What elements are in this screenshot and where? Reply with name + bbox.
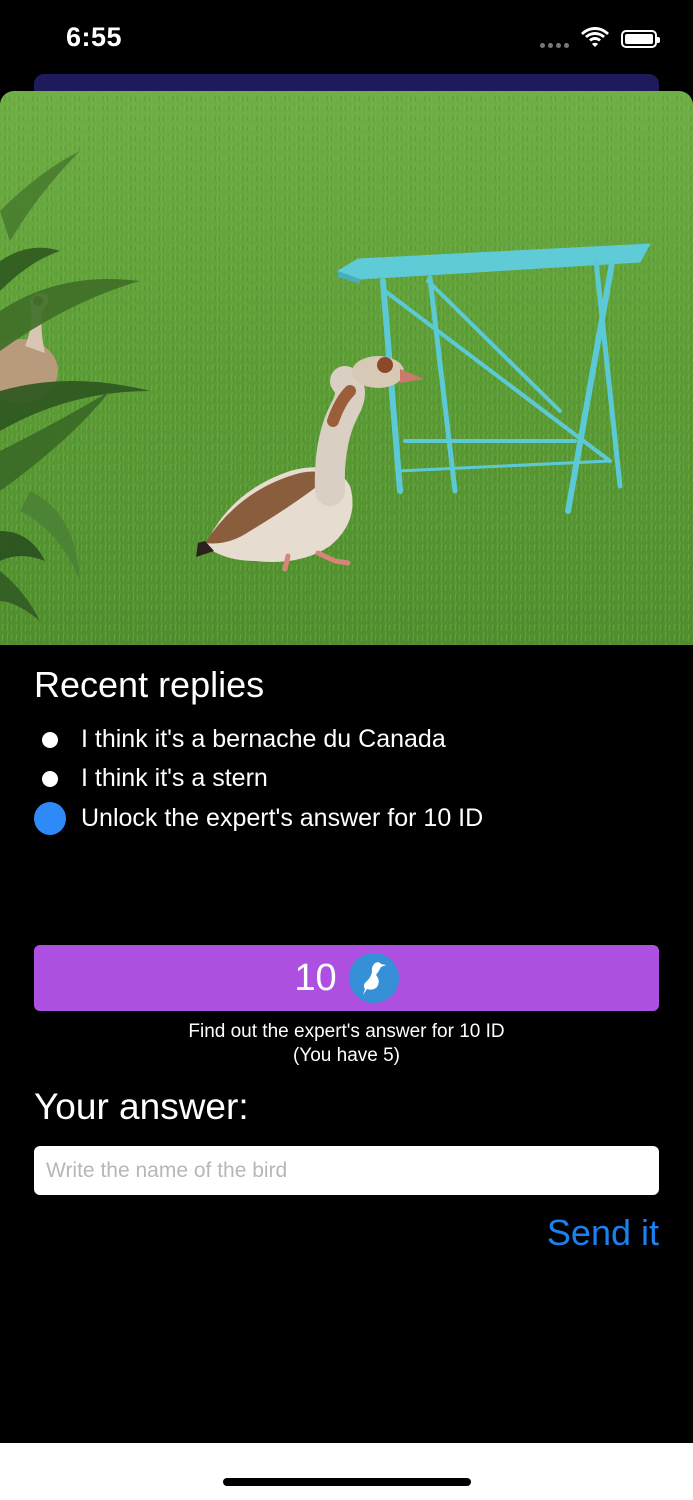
- bird-name-input[interactable]: [34, 1146, 659, 1195]
- unlock-caption-line: Find out the expert's answer for 10 ID: [188, 1021, 505, 1042]
- reply-text: I think it's a stern: [81, 764, 268, 792]
- reply-item: I think it's a stern: [34, 759, 664, 798]
- wifi-icon: [581, 26, 609, 52]
- bullet-icon: [34, 770, 66, 787]
- recent-replies-title: Recent replies: [34, 664, 265, 705]
- status-icons: [540, 26, 660, 52]
- unlock-reply-text: Unlock the expert's answer for 10 ID: [81, 803, 484, 832]
- replies-list: I think it's a bernache du Canada I thin…: [34, 720, 664, 838]
- heron-icon: [348, 953, 399, 1003]
- blue-dot-icon: [34, 801, 66, 835]
- signal-dots-icon: [540, 42, 569, 48]
- bullet-icon: [34, 731, 66, 748]
- reply-item: I think it's a bernache du Canada: [34, 720, 664, 759]
- battery-icon: [621, 30, 660, 48]
- unlock-reply-item[interactable]: Unlock the expert's answer for 10 ID: [34, 798, 664, 838]
- unlock-expert-answer-button[interactable]: 10: [34, 945, 659, 1011]
- your-answer-title: Your answer:: [34, 1086, 249, 1127]
- balance-text: (You have 5): [292, 1045, 401, 1066]
- unlock-caption: Find out the expert's answer for 10 ID (…: [34, 1020, 659, 1068]
- home-indicator[interactable]: [223, 1478, 471, 1486]
- reply-text: I think it's a bernache du Canada: [81, 725, 446, 753]
- status-bar: 6:55: [0, 0, 693, 74]
- unlock-cost: 10: [294, 956, 337, 999]
- home-bar-area: [0, 1443, 693, 1500]
- bird-photo: [0, 91, 693, 645]
- send-button[interactable]: Send it: [547, 1212, 659, 1254]
- status-time: 6:55: [66, 22, 123, 52]
